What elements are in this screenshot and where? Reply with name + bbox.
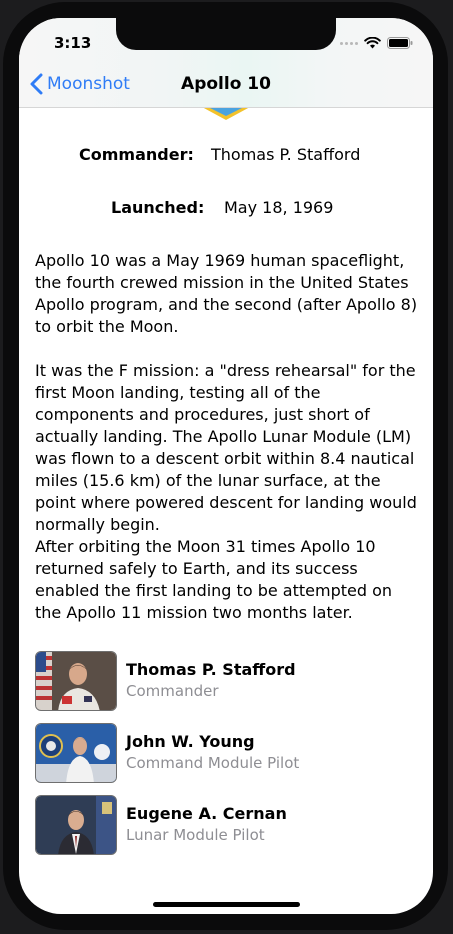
crew-list-item[interactable]: John W. Young Command Module Pilot bbox=[35, 723, 415, 783]
description-paragraph: It was the F mission: a "dress rehearsal… bbox=[35, 361, 417, 534]
astronaut-photo bbox=[35, 795, 117, 855]
battery-icon bbox=[387, 37, 413, 49]
home-indicator[interactable] bbox=[153, 902, 300, 907]
astronaut-name: Eugene A. Cernan bbox=[126, 804, 287, 823]
commander-value: Thomas P. Stafford bbox=[211, 145, 361, 164]
wifi-icon bbox=[364, 37, 381, 49]
description-paragraph: After orbiting the Moon 31 times Apollo … bbox=[35, 537, 393, 622]
astronaut-name: Thomas P. Stafford bbox=[126, 660, 296, 679]
screen: Moonshot Apollo 10 3:13 Commander: Thoma… bbox=[19, 18, 433, 914]
crew-list-item[interactable]: Eugene A. Cernan Lunar Module Pilot bbox=[35, 795, 415, 855]
launched-value: May 18, 1969 bbox=[224, 198, 334, 217]
device-frame: Moonshot Apollo 10 3:13 Commander: Thoma… bbox=[0, 0, 453, 934]
astronaut-role: Commander bbox=[126, 682, 219, 700]
mission-badge-image bbox=[202, 107, 250, 120]
astronaut-role: Command Module Pilot bbox=[126, 754, 300, 772]
device-notch bbox=[116, 18, 336, 50]
description-paragraph: Apollo 10 was a May 1969 human spaceflig… bbox=[35, 251, 418, 336]
astronaut-role: Lunar Module Pilot bbox=[126, 826, 265, 844]
astronaut-name: John W. Young bbox=[126, 732, 255, 751]
astronaut-photo bbox=[35, 651, 117, 711]
commander-label: Commander: bbox=[79, 145, 194, 164]
crew-list-item[interactable]: Thomas P. Stafford Commander bbox=[35, 651, 415, 711]
status-icons bbox=[340, 37, 413, 49]
cellular-signal-icon bbox=[340, 41, 358, 45]
status-time: 3:13 bbox=[54, 34, 92, 52]
page-title: Apollo 10 bbox=[181, 74, 271, 94]
launched-label: Launched: bbox=[111, 198, 205, 217]
astronaut-photo bbox=[35, 723, 117, 783]
